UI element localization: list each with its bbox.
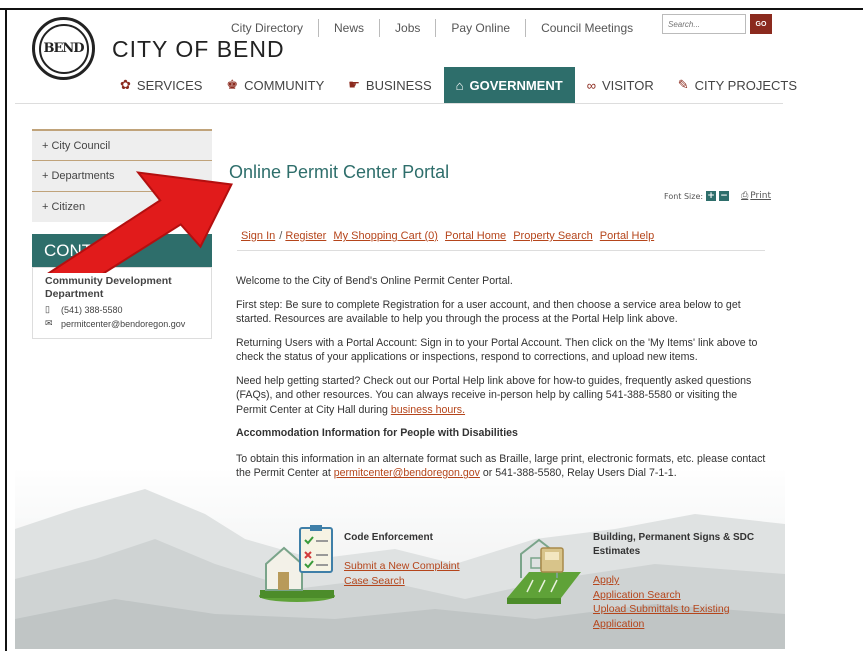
tool-icon: ✎	[677, 77, 689, 92]
code-enforcement-service: Code Enforcement Submit a New Complaint …	[344, 531, 494, 588]
building-icon: ⌂	[455, 77, 464, 93]
portal-nav-divider	[237, 250, 765, 251]
building-permit-icon	[507, 538, 581, 604]
application-search-link[interactable]: Application Search	[593, 588, 758, 603]
utility-link-pay-online[interactable]: Pay Online	[436, 19, 527, 37]
building-permit-service: Building, Permanent Signs & SDC Estimate…	[593, 531, 758, 631]
font-size-label: Font Size:	[664, 191, 704, 201]
print-link[interactable]: ⎙ Print	[741, 191, 771, 201]
frame-top-border	[0, 8, 863, 10]
nav-business[interactable]: ☛ BUSINESS	[336, 67, 443, 103]
help-text: Need help getting started? Check out our…	[236, 374, 752, 416]
accommodation-heading: Accommodation Information for People wit…	[236, 427, 518, 439]
shopping-cart-link[interactable]: My Shopping Cart (0)	[333, 230, 438, 242]
help-paragraph: Need help getting started? Check out our…	[236, 374, 766, 418]
phone-number: (541) 388-5580	[61, 304, 123, 315]
nav-label: CITY PROJECTS	[694, 77, 797, 93]
contact-email[interactable]: ✉ permitcenter@bendoregon.gov	[45, 318, 201, 329]
service-title: Building, Permanent Signs & SDC Estimate…	[593, 532, 755, 557]
returning-users-paragraph: Returning Users with a Portal Account: S…	[236, 336, 758, 364]
binoculars-icon: ∞	[586, 77, 596, 93]
utility-link-news[interactable]: News	[319, 19, 381, 37]
permit-center-email-link[interactable]: permitcenter@bendoregon.gov	[334, 467, 480, 479]
utility-nav: City Directory News Jobs Pay Online Coun…	[216, 19, 648, 37]
alternate-format-paragraph: To obtain this information in an alterna…	[236, 452, 766, 481]
mail-icon: ✉	[45, 318, 53, 328]
handshake-icon: ☛	[348, 77, 360, 92]
alt-text-end: or 541-388-5580, Relay Users Dial 7-1-1.	[479, 467, 677, 479]
printer-icon: ⎙	[741, 191, 749, 201]
main-content: Online Permit Center Portal Font Size: +…	[15, 104, 785, 651]
utility-link-jobs[interactable]: Jobs	[380, 19, 437, 37]
nav-city-projects[interactable]: ✎ CITY PROJECTS	[666, 67, 809, 103]
red-arrow-annotation	[37, 171, 233, 273]
contact-phone: ▯ (541) 388-5580	[45, 304, 201, 315]
contact-department: Community Development Department	[45, 275, 172, 300]
contact-card: Community Development Department ▯ (541)…	[32, 267, 212, 339]
sidebar-item-city-council[interactable]: + City Council	[32, 129, 212, 160]
phone-icon: ▯	[45, 304, 50, 314]
page-title: Online Permit Center Portal	[229, 162, 450, 182]
case-search-link[interactable]: Case Search	[344, 574, 494, 589]
first-step-paragraph: First step: Be sure to complete Registra…	[236, 298, 741, 326]
sign-in-link[interactable]: Sign In	[241, 230, 275, 242]
property-search-link[interactable]: Property Search	[513, 230, 592, 242]
nav-label: COMMUNITY	[244, 77, 325, 93]
font-size-controls: Font Size: + − ⎙ Print	[664, 191, 771, 201]
search-go-button[interactable]: GO	[750, 14, 772, 34]
portal-nav: Sign In / Register My Shopping Cart (0) P…	[241, 230, 658, 242]
email-address[interactable]: permitcenter@bendoregon.gov	[61, 319, 185, 329]
city-logo[interactable]: BEND	[32, 17, 95, 80]
submit-complaint-link[interactable]: Submit a New Complaint	[344, 559, 494, 574]
nav-label: VISITOR	[601, 77, 654, 93]
nav-label: GOVERNMENT	[469, 77, 563, 93]
site-title[interactable]: CITY OF BEND	[112, 36, 285, 63]
logo-text: BEND	[38, 23, 89, 74]
font-increase-button[interactable]: +	[706, 191, 717, 201]
intro-text: Welcome to the City of Bend's Online Per…	[236, 274, 766, 490]
nav-services[interactable]: ✿ SERVICES	[108, 67, 214, 103]
nav-label: BUSINESS	[365, 77, 432, 93]
font-decrease-button[interactable]: −	[719, 191, 730, 201]
nav-label: SERVICES	[136, 77, 203, 93]
nav-community[interactable]: ♚ COMMUNITY	[214, 67, 336, 103]
frame-left-border	[5, 8, 7, 651]
upload-submittals-link[interactable]: Upload Submittals to Existing Applicatio…	[593, 602, 758, 631]
main-nav: ✿ SERVICES ♚ COMMUNITY ☛ BUSINESS ⌂ GOVE…	[108, 67, 809, 103]
people-icon: ♚	[226, 77, 239, 92]
print-label: Print	[750, 191, 771, 201]
search-input[interactable]	[662, 14, 746, 34]
business-hours-link[interactable]: business hours.	[391, 404, 465, 416]
nav-visitor[interactable]: ∞ VISITOR	[575, 67, 666, 103]
utility-link-city-directory[interactable]: City Directory	[216, 19, 320, 37]
apply-link[interactable]: Apply	[593, 573, 758, 588]
utility-link-council-meetings[interactable]: Council Meetings	[526, 19, 648, 37]
nav-government[interactable]: ⌂ GOVERNMENT	[443, 67, 575, 103]
service-title: Code Enforcement	[344, 532, 433, 543]
separator: /	[279, 230, 283, 242]
portal-home-link[interactable]: Portal Home	[445, 230, 506, 242]
code-enforcement-icon	[259, 525, 335, 602]
portal-help-link[interactable]: Portal Help	[600, 230, 654, 242]
welcome-paragraph: Welcome to the City of Bend's Online Per…	[236, 275, 513, 287]
register-link[interactable]: Register	[285, 230, 326, 242]
gear-icon: ✿	[120, 77, 131, 92]
